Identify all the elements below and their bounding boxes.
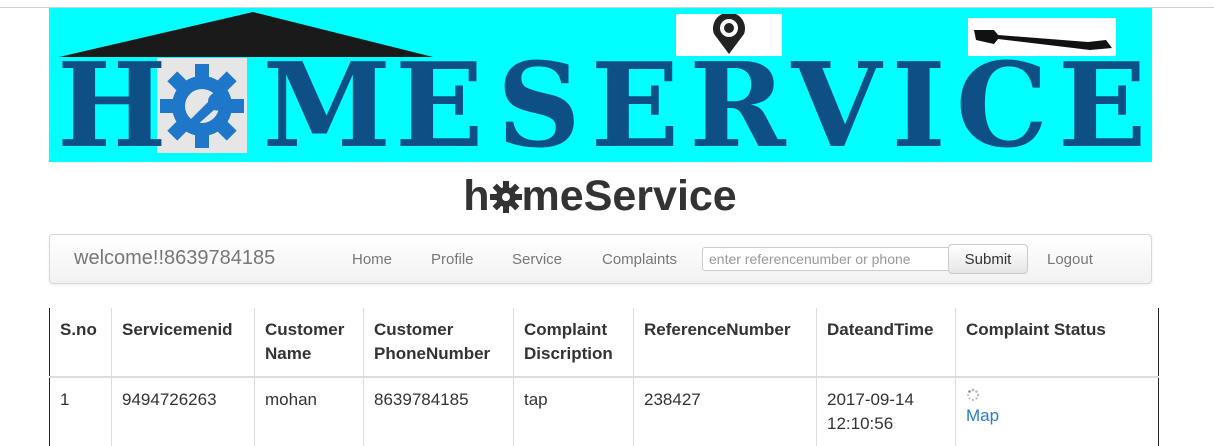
main-navbar: welcome!!8639784185 Home Profile Service… <box>49 234 1152 284</box>
header-servicemenid: Servicemenid <box>111 308 255 378</box>
table-header-row: S.no Servicemenid Customer Name Customer P… <box>49 308 1159 378</box>
nav-logout[interactable]: Logout <box>1047 251 1093 268</box>
nav-service[interactable]: Service <box>512 251 562 268</box>
table-row: 1 9494726263 mohan 8639784185 tap 238427… <box>49 377 1159 446</box>
cell-complaint-description: tap <box>513 377 634 446</box>
header-customer-phone: Customer PhoneNumber <box>363 308 514 378</box>
cell-servicemenid: 9494726263 <box>111 377 255 446</box>
cell-date: 2017-09-14 <box>827 390 914 409</box>
header-sno: S.no <box>49 308 112 378</box>
cell-customer-name: mohan <box>254 377 364 446</box>
cell-date-time: 2017-09-14 12:10:56 <box>816 377 956 446</box>
welcome-brand[interactable]: welcome!!8639784185 <box>74 247 275 270</box>
header-date-time: DateandTime <box>816 308 956 378</box>
complaints-table: S.no Servicemenid Customer Name Customer P… <box>49 308 1159 446</box>
header-customer-name: Customer Name <box>254 308 364 378</box>
nav-home[interactable]: Home <box>352 251 392 268</box>
reference-search-input[interactable] <box>702 247 952 271</box>
banner-word-home: H ME <box>57 38 488 162</box>
cog-icon <box>489 176 523 225</box>
cell-complaint-status: Map <box>955 377 1159 446</box>
header-reference-number: ReferenceNumber <box>633 308 817 378</box>
home-services-banner: HME SERVICES <box>49 8 1152 162</box>
nav-profile[interactable]: Profile <box>431 251 474 268</box>
map-link[interactable]: Map <box>966 406 999 425</box>
header-complaint-status: Complaint Status <box>955 308 1159 378</box>
nav-complaints[interactable]: Complaints <box>602 251 677 268</box>
header-complaint-description: Complaint Discription <box>513 308 634 378</box>
cell-customer-phone: 8639784185 <box>363 377 514 446</box>
submit-button[interactable]: Submit <box>948 244 1028 274</box>
cell-reference-number: 238427 <box>633 377 817 446</box>
site-title: h meService <box>0 172 1200 225</box>
cell-sno: 1 <box>49 377 112 446</box>
loading-spinner-icon <box>967 388 980 402</box>
banner-word-services: SERVICES <box>497 38 1152 162</box>
cell-time: 12:10:56 <box>827 414 894 433</box>
